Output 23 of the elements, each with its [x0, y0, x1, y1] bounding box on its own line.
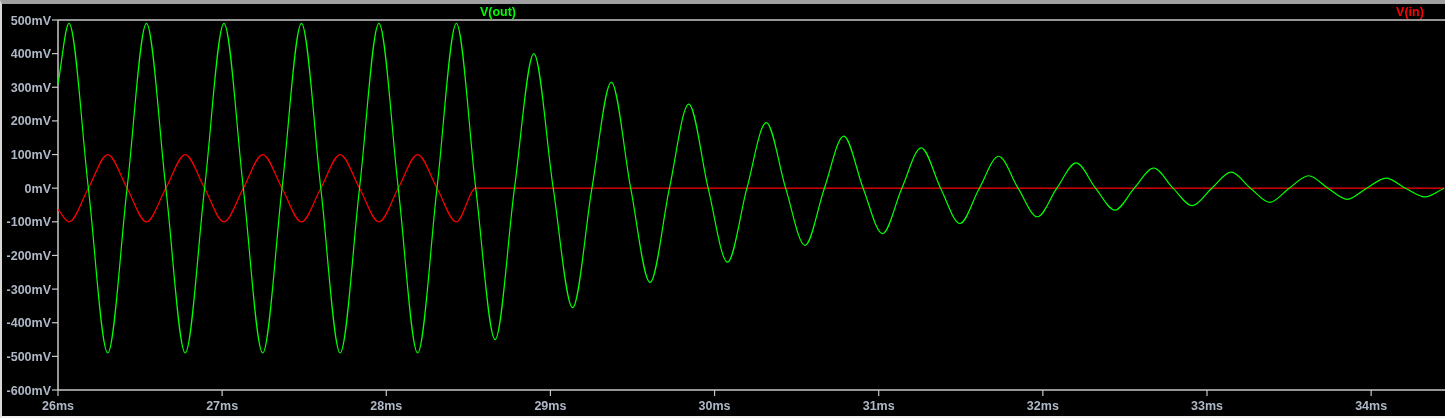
axis-tick-label: 32ms [1026, 399, 1059, 413]
axis-tick-label: 200mV [10, 114, 51, 129]
axis-tick-label: 29ms [534, 399, 567, 413]
axis-tick-label: 100mV [10, 148, 51, 163]
axis-tick-label: -500mV [6, 349, 51, 364]
axis-tick-label: 500mV [10, 13, 51, 28]
axis-tick-label: 34ms [1355, 399, 1388, 413]
trace-legend-label[interactable]: V(out) [479, 5, 517, 19]
axis-tick-label: -300mV [6, 282, 51, 297]
axis-tick-label: -200mV [6, 248, 51, 263]
axis-tick-label: 26ms [42, 399, 74, 413]
axis-tick-label: 300mV [10, 80, 51, 95]
trace-legend-label[interactable]: V(in) [1396, 5, 1424, 19]
axis-tick-label: -100mV [6, 215, 51, 230]
axis-tick-label: -600mV [6, 383, 51, 398]
axis-tick-label: 400mV [10, 47, 51, 62]
axis-tick-label: 28ms [370, 399, 403, 413]
axis-tick-label: 0mV [24, 181, 51, 196]
axis-tick-label: 31ms [862, 399, 895, 413]
axis-tick-label: -400mV [6, 316, 51, 331]
axis-tick-label: 33ms [1191, 399, 1223, 413]
axis-tick-label: 30ms [698, 399, 731, 413]
axis-tick-label: 27ms [206, 399, 239, 413]
